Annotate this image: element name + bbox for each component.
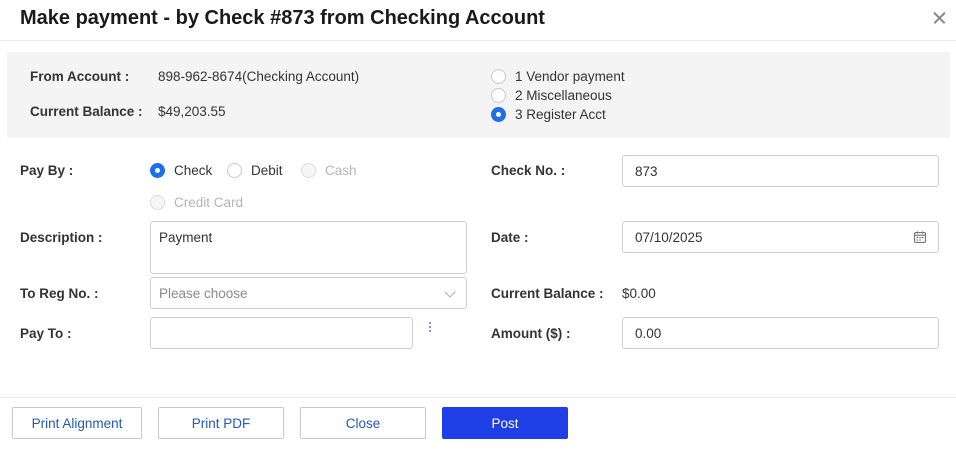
to-reg-no-select[interactable]: Please choose bbox=[150, 277, 467, 309]
radio-credit-card-label: Credit Card bbox=[174, 195, 244, 210]
date-input[interactable]: 07/10/2025 bbox=[622, 221, 939, 253]
radio-vendor-payment-label[interactable]: 1 Vendor payment bbox=[515, 69, 625, 84]
close-icon[interactable] bbox=[930, 8, 950, 28]
current-balance-right-label: Current Balance : bbox=[491, 286, 604, 301]
amount-input[interactable]: 0.00 bbox=[622, 317, 939, 349]
pay-to-input[interactable] bbox=[150, 317, 413, 349]
pay-to-label: Pay To : bbox=[20, 326, 72, 341]
from-account-label: From Account : bbox=[30, 69, 130, 84]
radio-debit[interactable] bbox=[227, 163, 242, 178]
print-alignment-button[interactable]: Print Alignment bbox=[12, 407, 142, 439]
close-button[interactable]: Close bbox=[300, 407, 426, 439]
current-balance-label: Current Balance : bbox=[30, 104, 143, 119]
radio-vendor-payment[interactable] bbox=[491, 69, 506, 84]
print-pdf-button[interactable]: Print PDF bbox=[158, 407, 284, 439]
chevron-down-icon bbox=[444, 286, 456, 298]
to-reg-no-label: To Reg No. : bbox=[20, 286, 99, 301]
current-balance-value: $49,203.55 bbox=[158, 104, 226, 119]
current-balance-right-value: $0.00 bbox=[622, 286, 656, 301]
dialog-title: Make payment - by Check #873 from Checki… bbox=[20, 7, 545, 29]
radio-check[interactable] bbox=[150, 163, 165, 178]
radio-cash-label: Cash bbox=[325, 163, 357, 178]
radio-miscellaneous[interactable] bbox=[491, 88, 506, 103]
radio-miscellaneous-label[interactable]: 2 Miscellaneous bbox=[515, 88, 612, 103]
from-account-value: 898-962-8674(Checking Account) bbox=[158, 69, 360, 84]
radio-credit-card bbox=[150, 195, 165, 210]
date-value: 07/10/2025 bbox=[635, 229, 703, 245]
radio-register-acct[interactable] bbox=[491, 107, 506, 122]
radio-register-acct-label[interactable]: 3 Register Acct bbox=[515, 107, 606, 122]
more-options-icon[interactable] bbox=[428, 322, 432, 334]
account-info-panel bbox=[7, 52, 950, 138]
radio-debit-label[interactable]: Debit bbox=[251, 163, 283, 178]
dialog-header: Make payment - by Check #873 from Checki… bbox=[0, 0, 956, 41]
amount-label: Amount ($) : bbox=[491, 326, 571, 341]
calendar-icon[interactable] bbox=[914, 231, 926, 243]
radio-check-label[interactable]: Check bbox=[174, 163, 212, 178]
date-label: Date : bbox=[491, 230, 529, 245]
to-reg-no-placeholder: Please choose bbox=[159, 285, 248, 301]
post-button[interactable]: Post bbox=[442, 407, 568, 439]
description-label: Description : bbox=[20, 230, 103, 245]
check-no-label: Check No. : bbox=[491, 163, 566, 178]
radio-cash bbox=[301, 163, 316, 178]
pay-by-label: Pay By : bbox=[20, 163, 74, 178]
check-no-input[interactable]: 873 bbox=[622, 155, 939, 187]
description-textarea[interactable]: Payment bbox=[150, 221, 467, 274]
